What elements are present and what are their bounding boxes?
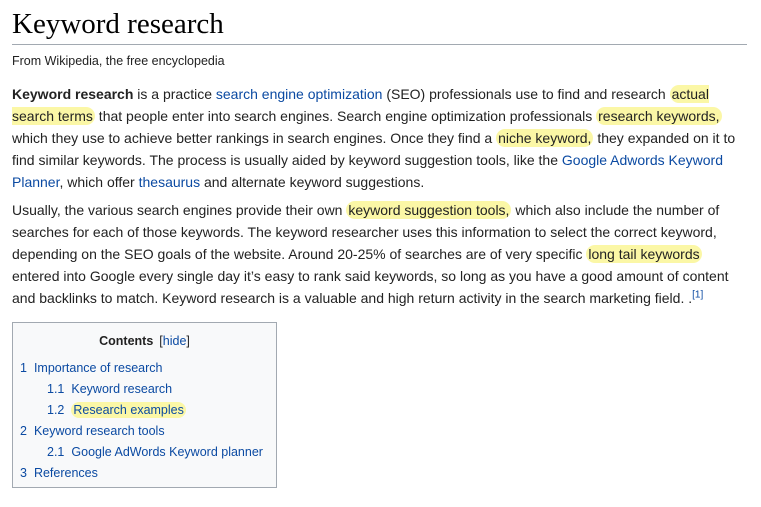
toc-list: 1 Importance of research 1.1 Keyword resea… bbox=[13, 358, 276, 484]
toc-item-label: Importance of research bbox=[33, 361, 163, 375]
toc-item-label: Google AdWords Keyword planner bbox=[71, 445, 263, 459]
bold-term: Keyword research bbox=[12, 86, 134, 102]
text-run: Usually, the various search engines prov… bbox=[12, 202, 347, 218]
toc-bracket-close: ] bbox=[186, 334, 190, 348]
text-run: and alternate keyword suggestions. bbox=[200, 174, 425, 190]
toc-item-label-highlighted: Research examples bbox=[71, 402, 186, 418]
second-paragraph: Usually, the various search engines prov… bbox=[12, 199, 747, 309]
toc-item[interactable]: 1.1 Keyword research bbox=[13, 379, 276, 400]
toc-item-number: 2.1 bbox=[47, 445, 65, 459]
highlight-long-tail-keywords: long tail keywords bbox=[586, 245, 702, 263]
toc-item-label: References bbox=[33, 466, 98, 480]
highlight-research-keywords: research keywords, bbox=[596, 107, 722, 125]
toc-item-number: 1.1 bbox=[47, 382, 65, 396]
toc-item-number: 1.2 bbox=[47, 403, 65, 417]
page-title: Keyword research bbox=[12, 6, 747, 45]
text-run: (SEO) professionals use to find and rese… bbox=[382, 86, 670, 102]
toc-item-number: 3 bbox=[20, 466, 27, 480]
toc-hide-link[interactable]: hide bbox=[163, 334, 187, 348]
text-run: entered into Google every single day it’… bbox=[12, 268, 729, 306]
text-run: which they use to achieve better ranking… bbox=[12, 130, 497, 146]
toc-header: Contents [hide] bbox=[13, 333, 276, 349]
toc-item[interactable]: 3 References bbox=[13, 463, 276, 484]
toc-item-label: Keyword research tools bbox=[33, 424, 165, 438]
toc-title: Contents bbox=[99, 334, 154, 348]
highlight-keyword-suggestion-tools: keyword suggestion tools, bbox=[346, 201, 512, 219]
highlight-niche-keyword: niche keyword, bbox=[496, 129, 594, 147]
intro-paragraph: Keyword research is a practice search en… bbox=[12, 83, 747, 193]
toc-item[interactable]: 1 Importance of research bbox=[13, 358, 276, 379]
text-run: is a practice bbox=[133, 86, 216, 102]
text-run: that people enter into search engines. S… bbox=[94, 108, 597, 124]
link-search-engine-optimization[interactable]: search engine optimization bbox=[216, 86, 383, 102]
toc-item-number: 1 bbox=[20, 361, 27, 375]
toc-item[interactable]: 1.2 Research examples bbox=[13, 400, 276, 421]
toc-item[interactable]: 2 Keyword research tools bbox=[13, 421, 276, 442]
text-run: , which offer bbox=[59, 174, 139, 190]
toc-item-label: Keyword research bbox=[71, 382, 173, 396]
toc-item-number: 2 bbox=[20, 424, 27, 438]
article-page: Keyword research From Wikipedia, the fre… bbox=[12, 0, 747, 488]
reference-link[interactable]: [1] bbox=[692, 289, 703, 300]
link-thesaurus[interactable]: thesaurus bbox=[139, 174, 200, 190]
site-tagline: From Wikipedia, the free encyclopedia bbox=[12, 54, 225, 68]
toc-toggle: [hide] bbox=[159, 334, 190, 348]
table-of-contents: Contents [hide] 1 Importance of research 1… bbox=[12, 322, 277, 488]
toc-item[interactable]: 2.1 Google AdWords Keyword planner bbox=[13, 442, 276, 463]
